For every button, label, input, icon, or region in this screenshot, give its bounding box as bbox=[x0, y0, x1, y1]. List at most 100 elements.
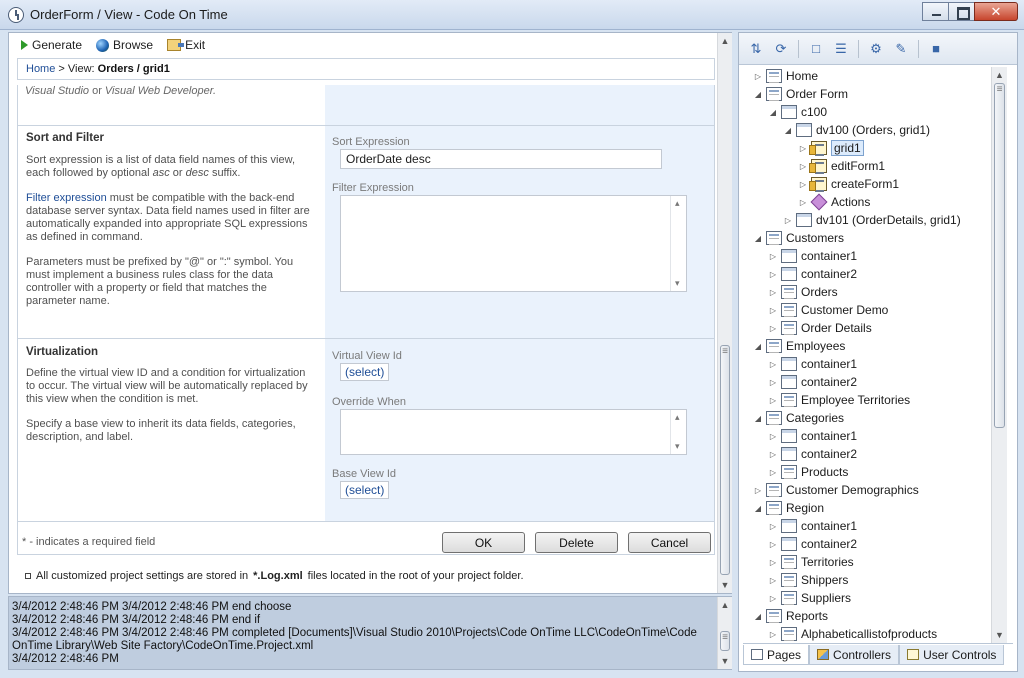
expanded-arrow-icon[interactable]: ◢ bbox=[753, 504, 763, 513]
tree-item[interactable]: ▷ Products bbox=[768, 463, 848, 481]
expanded-arrow-icon[interactable]: ◢ bbox=[753, 612, 763, 621]
tree-item[interactable]: ◢ Employees bbox=[753, 337, 845, 355]
tree-item[interactable]: ▷ Customer Demographics bbox=[753, 481, 919, 499]
tree-item[interactable]: ▷ container1 bbox=[768, 355, 857, 373]
scrollbar-thumb[interactable] bbox=[994, 83, 1005, 428]
tree-item[interactable]: ▷ container2 bbox=[768, 535, 857, 553]
collapsed-arrow-icon[interactable]: ▷ bbox=[768, 522, 778, 531]
collapsed-arrow-icon[interactable]: ▷ bbox=[768, 324, 778, 333]
tree-item[interactable]: ▷ createForm1 bbox=[798, 175, 899, 193]
tree-item[interactable]: ▷ container1 bbox=[768, 247, 857, 265]
expanded-arrow-icon[interactable]: ◢ bbox=[753, 342, 763, 351]
tree-item[interactable]: ▷ container1 bbox=[768, 427, 857, 445]
tree-item[interactable]: ◢ Customers bbox=[753, 229, 844, 247]
ok-button[interactable]: OK bbox=[442, 532, 525, 553]
tree-item[interactable]: ▷ Home bbox=[753, 67, 818, 85]
tree-item[interactable]: ▷ dv101 (OrderDetails, grid1) bbox=[783, 211, 961, 229]
collapsed-arrow-icon[interactable]: ▷ bbox=[783, 216, 793, 225]
collapsed-arrow-icon[interactable]: ▷ bbox=[768, 252, 778, 261]
filter-expression-link[interactable]: Filter expression bbox=[26, 192, 107, 204]
expanded-arrow-icon[interactable]: ◢ bbox=[753, 90, 763, 99]
tree-item[interactable]: ▷ container2 bbox=[768, 445, 857, 463]
override-textarea-scrollbar[interactable] bbox=[670, 410, 686, 454]
expanded-arrow-icon[interactable]: ◢ bbox=[768, 108, 778, 117]
browse-button[interactable]: Browse bbox=[96, 38, 153, 52]
tree-item[interactable]: ▷ container2 bbox=[768, 265, 857, 283]
refresh-icon[interactable]: ⟳ bbox=[770, 39, 792, 59]
tab-controllers[interactable]: Controllers bbox=[809, 645, 900, 665]
list-icon[interactable]: ☰ bbox=[830, 39, 852, 59]
collapsed-arrow-icon[interactable]: ▷ bbox=[768, 540, 778, 549]
new-page-icon[interactable]: □ bbox=[805, 39, 827, 59]
designer-scrollbar[interactable]: ▲ ▼ bbox=[717, 33, 732, 593]
collapsed-arrow-icon[interactable]: ▷ bbox=[798, 162, 808, 171]
exit-button[interactable]: Exit bbox=[167, 38, 205, 52]
tree-item[interactable]: ◢ Region bbox=[753, 499, 824, 517]
collapsed-arrow-icon[interactable]: ▷ bbox=[753, 72, 763, 81]
scroll-down-arrow-icon[interactable]: ▼ bbox=[992, 627, 1007, 643]
collapsed-arrow-icon[interactable]: ▷ bbox=[768, 630, 778, 639]
tree-item[interactable]: ▷ container1 bbox=[768, 517, 857, 535]
collapsed-arrow-icon[interactable]: ▷ bbox=[768, 288, 778, 297]
collapsed-arrow-icon[interactable]: ▷ bbox=[768, 432, 778, 441]
tree-item[interactable]: ▷ Employee Territories bbox=[768, 391, 910, 409]
tree-item[interactable]: ◢ Order Form bbox=[753, 85, 848, 103]
tree-item[interactable]: ▷ Actions bbox=[798, 193, 870, 211]
tree-item[interactable]: ◢ c100 bbox=[768, 103, 827, 121]
override-when-textarea[interactable] bbox=[340, 409, 687, 455]
tree-item[interactable]: ◢ Reports bbox=[753, 607, 828, 625]
collapsed-arrow-icon[interactable]: ▷ bbox=[768, 594, 778, 603]
virtual-view-select-link[interactable]: (select) bbox=[340, 363, 390, 381]
tree-item[interactable]: ▷ Order Details bbox=[768, 319, 872, 337]
close-button[interactable] bbox=[974, 2, 1018, 21]
tree-item[interactable]: ▷ Territories bbox=[768, 553, 854, 571]
base-view-select-link[interactable]: (select) bbox=[340, 481, 390, 499]
log-scrollbar[interactable]: ▲ ▼ bbox=[717, 597, 732, 669]
tab-pages[interactable]: Pages bbox=[743, 645, 810, 665]
scroll-up-arrow-icon[interactable]: ▲ bbox=[992, 67, 1007, 83]
scrollbar-thumb[interactable] bbox=[720, 345, 730, 575]
sync-icon[interactable]: ⇅ bbox=[745, 39, 767, 59]
cancel-button[interactable]: Cancel bbox=[628, 532, 711, 553]
text-field-icon[interactable]: ■ bbox=[925, 39, 947, 59]
scroll-down-arrow-icon[interactable]: ▼ bbox=[718, 653, 732, 669]
collapsed-arrow-icon[interactable]: ▷ bbox=[768, 360, 778, 369]
maximize-button[interactable] bbox=[948, 2, 975, 21]
tree-item[interactable]: ▷ Suppliers bbox=[768, 589, 851, 607]
tab-user-controls[interactable]: User Controls bbox=[899, 645, 1005, 665]
tree-scrollbar[interactable]: ▲ ▼ bbox=[991, 67, 1007, 643]
breadcrumb-home-link[interactable]: Home bbox=[26, 63, 55, 75]
tree-item[interactable]: ▷ editForm1 bbox=[798, 157, 885, 175]
expanded-arrow-icon[interactable]: ◢ bbox=[753, 414, 763, 423]
collapsed-arrow-icon[interactable]: ▷ bbox=[768, 558, 778, 567]
expanded-arrow-icon[interactable]: ◢ bbox=[753, 234, 763, 243]
filter-textarea-scrollbar[interactable] bbox=[670, 196, 686, 291]
scroll-down-arrow-icon[interactable]: ▼ bbox=[718, 577, 732, 593]
generate-button[interactable]: Generate bbox=[21, 38, 82, 52]
tree-item[interactable]: ◢ Categories bbox=[753, 409, 844, 427]
sort-expression-input[interactable]: OrderDate desc bbox=[340, 149, 662, 169]
properties-icon[interactable]: ⚙ bbox=[865, 39, 887, 59]
tree-item[interactable]: ▷ container2 bbox=[768, 373, 857, 391]
collapsed-arrow-icon[interactable]: ▷ bbox=[768, 270, 778, 279]
collapsed-arrow-icon[interactable]: ▷ bbox=[798, 180, 808, 189]
collapsed-arrow-icon[interactable]: ▷ bbox=[798, 144, 808, 153]
scrollbar-thumb[interactable] bbox=[720, 631, 730, 651]
scroll-up-arrow-icon[interactable]: ▲ bbox=[718, 33, 732, 49]
expanded-arrow-icon[interactable]: ◢ bbox=[783, 126, 793, 135]
minimize-button[interactable] bbox=[922, 2, 949, 21]
tree-item[interactable]: ▷ grid1 bbox=[798, 139, 864, 157]
collapsed-arrow-icon[interactable]: ▷ bbox=[768, 306, 778, 315]
collapsed-arrow-icon[interactable]: ▷ bbox=[753, 486, 763, 495]
collapsed-arrow-icon[interactable]: ▷ bbox=[768, 450, 778, 459]
rename-icon[interactable]: ✎ bbox=[890, 39, 912, 59]
tree-item[interactable]: ▷ Shippers bbox=[768, 571, 848, 589]
collapsed-arrow-icon[interactable]: ▷ bbox=[768, 468, 778, 477]
collapsed-arrow-icon[interactable]: ▷ bbox=[768, 576, 778, 585]
collapsed-arrow-icon[interactable]: ▷ bbox=[768, 378, 778, 387]
collapsed-arrow-icon[interactable]: ▷ bbox=[798, 198, 808, 207]
tree-item[interactable]: ▷ Alphabeticallistofproducts bbox=[768, 625, 937, 643]
collapsed-arrow-icon[interactable]: ▷ bbox=[768, 396, 778, 405]
tree-item[interactable]: ▷ Orders bbox=[768, 283, 838, 301]
tree-item[interactable]: ▷ Customer Demo bbox=[768, 301, 888, 319]
